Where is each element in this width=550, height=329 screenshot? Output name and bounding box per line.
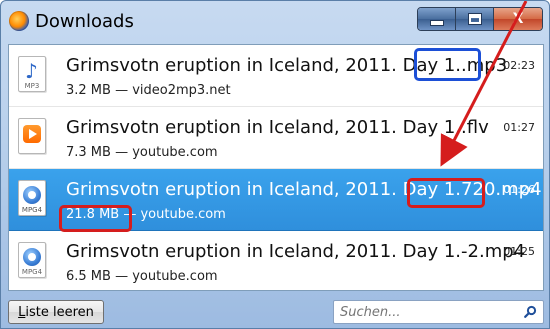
download-filename: Grimsvotn eruption in Iceland, 2011. Day… bbox=[66, 179, 542, 200]
mp4-file-icon: MPG4 bbox=[18, 180, 46, 216]
minimize-button[interactable] bbox=[418, 8, 456, 30]
mp3-file-icon: ♪ MP3 bbox=[18, 56, 46, 92]
clear-list-label: iste leeren bbox=[25, 304, 94, 320]
window-title: Downloads bbox=[35, 11, 134, 32]
quicktime-icon bbox=[23, 186, 41, 204]
download-meta: 3.2 MB — video2mp3.net bbox=[66, 83, 231, 98]
file-icon-tag: MP3 bbox=[24, 82, 40, 90]
downloads-list[interactable]: ♪ MP3 Grimsvotn eruption in Iceland, 201… bbox=[8, 44, 544, 291]
download-time: 01:25 bbox=[503, 245, 535, 258]
clear-list-button[interactable]: Liste leeren bbox=[8, 300, 104, 324]
download-time: 01:27 bbox=[503, 121, 535, 134]
close-icon: X bbox=[512, 11, 524, 27]
file-icon-tag: MPG4 bbox=[21, 206, 43, 214]
maximize-button[interactable] bbox=[456, 8, 494, 30]
flv-file-icon bbox=[18, 118, 46, 154]
mp4-file-icon: MPG4 bbox=[18, 242, 46, 278]
download-filename: Grimsvotn eruption in Iceland, 2011. Day… bbox=[66, 55, 508, 76]
search-icon[interactable] bbox=[523, 305, 537, 319]
file-icon-tag: MPG4 bbox=[21, 268, 43, 276]
bottom-bar: Liste leeren bbox=[1, 291, 549, 328]
window-controls: X bbox=[417, 7, 543, 31]
maximize-icon bbox=[468, 14, 481, 24]
download-row-4[interactable]: MPG4 Grimsvotn eruption in Iceland, 2011… bbox=[9, 231, 543, 290]
search-input[interactable] bbox=[340, 304, 510, 320]
music-note-icon: ♪ bbox=[25, 59, 38, 83]
download-row-3[interactable]: MPG4 Grimsvotn eruption in Iceland, 2011… bbox=[9, 169, 543, 231]
download-time: 02:23 bbox=[503, 59, 535, 72]
minimize-icon bbox=[430, 21, 443, 25]
download-time: 01:26 bbox=[503, 183, 535, 196]
play-icon bbox=[23, 125, 41, 143]
quicktime-icon bbox=[23, 248, 41, 266]
download-meta: 21.8 MB — youtube.com bbox=[66, 207, 226, 222]
clear-list-accesskey: L bbox=[18, 304, 26, 320]
download-row-2[interactable]: Grimsvotn eruption in Iceland, 2011. Day… bbox=[9, 107, 543, 169]
download-meta: 7.3 MB — youtube.com bbox=[66, 145, 218, 160]
search-box[interactable] bbox=[333, 300, 544, 324]
download-filename: Grimsvotn eruption in Iceland, 2011. Day… bbox=[66, 241, 526, 262]
download-row-1[interactable]: ♪ MP3 Grimsvotn eruption in Iceland, 201… bbox=[9, 45, 543, 107]
firefox-icon bbox=[9, 11, 29, 31]
download-filename: Grimsvotn eruption in Iceland, 2011. Day… bbox=[66, 117, 489, 138]
download-meta: 6.5 MB — youtube.com bbox=[66, 269, 218, 284]
close-button[interactable]: X bbox=[494, 8, 542, 30]
title-bar[interactable]: Downloads X bbox=[1, 1, 549, 41]
downloads-window: Downloads X ♪ MP3 Grimsvotn eruption in … bbox=[0, 0, 550, 329]
